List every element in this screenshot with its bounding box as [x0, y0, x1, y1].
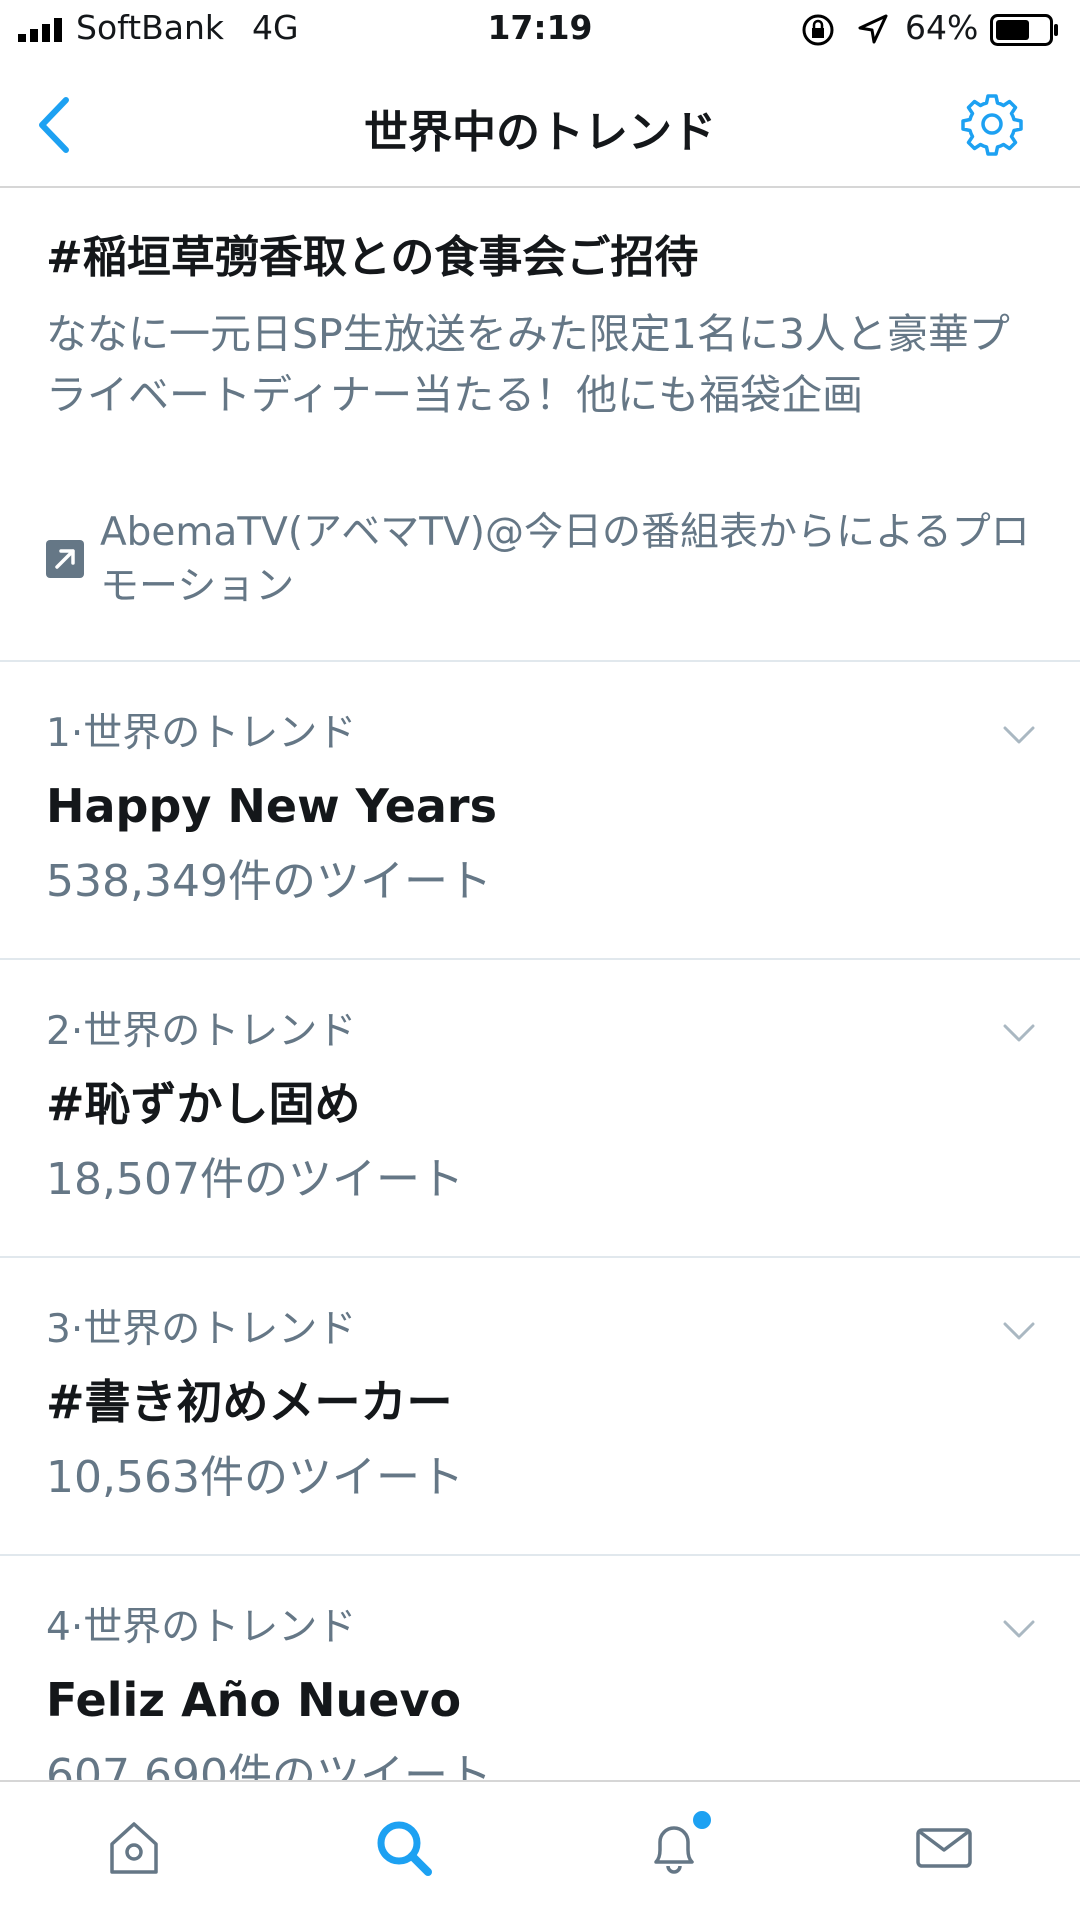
promoted-trend[interactable]: #稲垣草彅香取との食事会ご招待 ななに一元日SP生放送をみた限定1名に3人と豪華…: [0, 188, 1080, 662]
gear-icon[interactable]: [960, 92, 1024, 156]
navigation-bar: 世界中のトレンド: [0, 64, 1080, 188]
chevron-down-icon[interactable]: [1002, 1320, 1036, 1342]
chevron-down-icon[interactable]: [1002, 1618, 1036, 1640]
tab-search[interactable]: [372, 1816, 436, 1880]
promoted-arrow-icon: [46, 540, 84, 578]
location-icon: [858, 14, 888, 44]
trend-tweet-count: 10,563件のツイート: [46, 1452, 464, 1503]
trend-name: #恥ずかし固め: [46, 1077, 361, 1131]
trend-name: Feliz Año Nuevo: [46, 1673, 462, 1727]
trend-name: #書き初めメーカー: [46, 1375, 453, 1429]
status-bar: SoftBank 4G 17:19 64%: [0, 0, 1080, 64]
tab-bar: [0, 1780, 1080, 1922]
messages-icon: [916, 1828, 972, 1868]
promoted-trend-title: #稲垣草彅香取との食事会ご招待: [46, 232, 699, 283]
home-icon: [110, 1822, 158, 1874]
battery-icon: [990, 14, 1058, 46]
trend-rank-label: 3·世界のトレンド: [46, 1307, 357, 1352]
promoted-trend-description: ななに一元日SP生放送をみた限定1名に3人と豪華プライベートディナー当たる！他に…: [46, 310, 1010, 419]
page-title: 世界中のトレンド: [364, 107, 716, 158]
search-icon: [377, 1821, 432, 1876]
tab-messages[interactable]: [912, 1816, 976, 1880]
trend-tweet-count: 18,507件のツイート: [46, 1154, 464, 1205]
chevron-down-icon[interactable]: [1002, 1022, 1036, 1044]
trend-rank-label: 1·世界のトレンド: [46, 711, 357, 756]
trend-name: Happy New Years: [46, 779, 497, 833]
tab-home[interactable]: [102, 1816, 166, 1880]
promoted-by-label: AbemaTV(アベマTV)@今日の番組表からによるプロモーション: [100, 510, 1030, 609]
trend-rank-label: 4·世界のトレンド: [46, 1605, 357, 1650]
notification-badge: [690, 1808, 714, 1832]
rotation-lock-icon: [802, 14, 834, 46]
trend-tweet-count: 538,349件のツイート: [46, 856, 492, 907]
trend-item[interactable]: 2·世界のトレンド #恥ずかし固め 18,507件のツイート: [0, 960, 1080, 1258]
trend-item[interactable]: 1·世界のトレンド Happy New Years 538,349件のツイート: [0, 662, 1080, 960]
battery-percent: 64%: [905, 8, 979, 47]
trend-rank-label: 2·世界のトレンド: [46, 1009, 357, 1054]
chevron-down-icon[interactable]: [1002, 724, 1036, 746]
trend-item[interactable]: 3·世界のトレンド #書き初めメーカー 10,563件のツイート: [0, 1258, 1080, 1556]
